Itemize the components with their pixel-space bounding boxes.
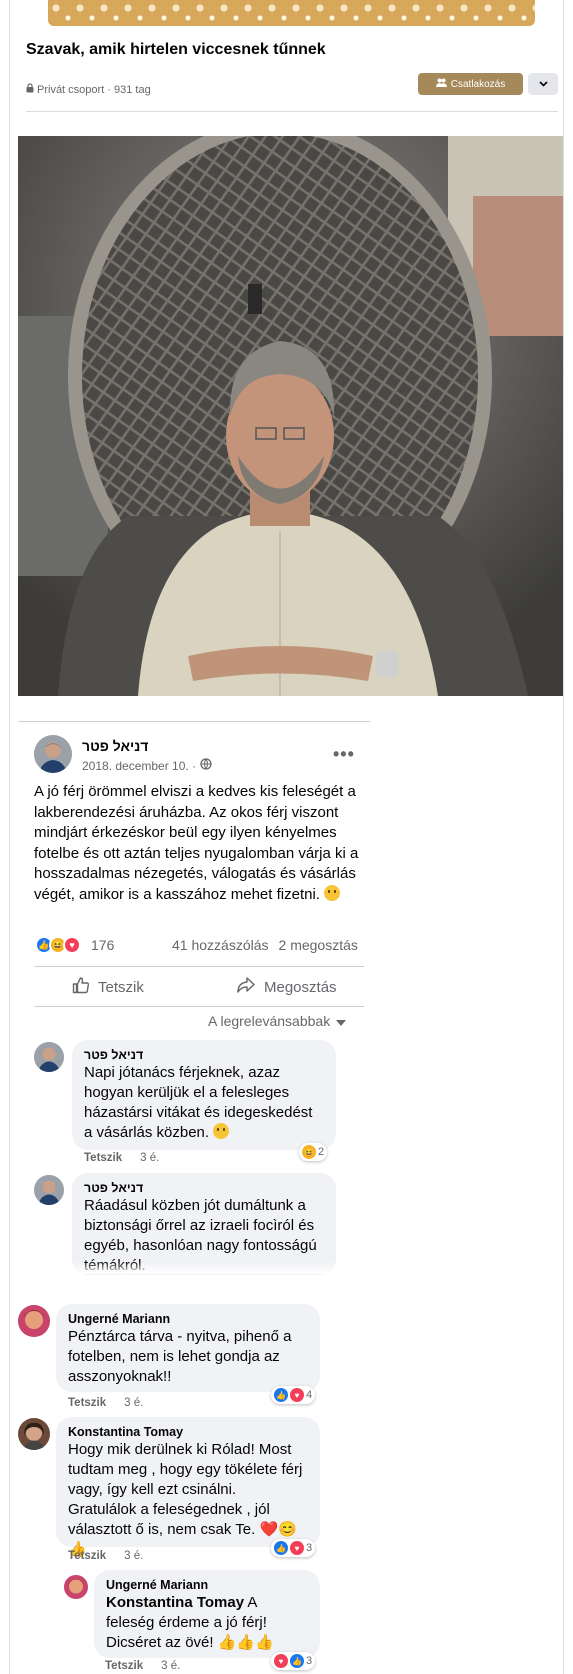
- group-more-button[interactable]: [528, 73, 558, 95]
- divider: [34, 966, 364, 967]
- comment-reaction-count: 3: [306, 1542, 313, 1554]
- lock-icon: [26, 83, 34, 96]
- share-arrow-icon: [236, 976, 256, 998]
- comment-author[interactable]: דניאל פטר: [84, 1180, 324, 1196]
- comment-author[interactable]: דניאל פטר: [84, 1047, 324, 1063]
- comment-reaction-count: 3: [306, 1655, 313, 1667]
- love-reaction-icon: ♥: [63, 936, 81, 954]
- post-date[interactable]: 2018. december 10. ·: [82, 758, 212, 773]
- comment-sort-dropdown[interactable]: A legrelevánsabbak: [208, 1013, 347, 1029]
- comment-reactions[interactable]: 👍 ♥ 3: [271, 1539, 316, 1557]
- comment-actions: Tetszik 3 é.: [105, 1660, 180, 1672]
- like-button-label: Tetszik: [98, 978, 144, 996]
- reply-bubble: Ungerné Mariann Konstantina Tomay A fele…: [94, 1570, 320, 1658]
- group-meta: Privát csoport · 931 tag: [26, 83, 151, 96]
- comment-actions: Tetszik 3 é.: [68, 1397, 143, 1409]
- like-reaction-icon: 👍: [290, 1654, 304, 1668]
- post-author-avatar[interactable]: [34, 735, 72, 773]
- page: Szavak, amik hirtelen viccesnek tűnnek P…: [0, 0, 573, 1674]
- divider: [18, 721, 370, 722]
- post-options-button[interactable]: •••: [333, 744, 355, 765]
- comment-count-link[interactable]: 41 hozzászólás: [172, 937, 269, 953]
- comment-text-body: Napi jótanács férjeknek, azaz hogyan ker…: [84, 1064, 313, 1141]
- chevron-down-icon: [538, 79, 548, 90]
- comment-time[interactable]: 3 é.: [140, 1152, 159, 1164]
- share-count-link[interactable]: 2 megosztás: [279, 937, 358, 953]
- smile-emoji-icon: [213, 1123, 230, 1139]
- post-text: A jó férj örömmel elviszi a kedves kis f…: [34, 782, 364, 905]
- comment-like-link[interactable]: Tetszik: [105, 1660, 143, 1672]
- post-photo[interactable]: [18, 136, 563, 696]
- smile-emoji-icon: [324, 884, 341, 901]
- reply-avatar[interactable]: [64, 1575, 88, 1599]
- comment-avatar[interactable]: [18, 1418, 50, 1450]
- comment-avatar[interactable]: [18, 1305, 50, 1337]
- emoji-sequence: 👍👍👍: [217, 1634, 274, 1651]
- comment-avatar[interactable]: [34, 1042, 64, 1072]
- post-text-body: A jó férj örömmel elviszi a kedves kis f…: [34, 783, 359, 903]
- like-reaction-icon: 👍: [274, 1388, 288, 1402]
- group-cover-photo[interactable]: [48, 0, 535, 26]
- caret-down-icon: [336, 1013, 347, 1029]
- post-author-name[interactable]: דניאל פטר: [82, 738, 148, 754]
- comment-time[interactable]: 3 é.: [124, 1550, 143, 1562]
- join-group-label: Csatlakozás: [450, 78, 506, 90]
- comment-text: Konstantina Tomay A feleség érdeme a jó …: [106, 1593, 308, 1653]
- post-stats: 41 hozzászólás 2 megosztás: [172, 937, 358, 953]
- comment-bubble: Konstantina Tomay Hogy mik derülnek ki R…: [56, 1417, 320, 1558]
- comment-avatar[interactable]: [34, 1175, 64, 1205]
- divider: [34, 1006, 364, 1007]
- comment-text: Pénztárca tárva - nyitva, pihenő a fotel…: [68, 1328, 292, 1385]
- comment-bubble: דניאל פטר Napi jótanács férjeknek, azaz …: [72, 1040, 336, 1150]
- like-button[interactable]: Tetszik: [72, 975, 144, 999]
- group-meta-text: Privát csoport · 931 tag: [37, 83, 151, 96]
- comment-like-link[interactable]: Tetszik: [68, 1397, 106, 1409]
- comment-reactions[interactable]: ♥ 👍 3: [271, 1652, 316, 1670]
- share-button[interactable]: Megosztás: [236, 975, 337, 999]
- comment-sort-label: A legrelevánsabbak: [208, 1013, 331, 1029]
- reaction-count: 176: [91, 937, 115, 953]
- group-people-icon: [435, 78, 447, 90]
- comment-text: Napi jótanács férjeknek, azaz hogyan ker…: [84, 1063, 324, 1143]
- mention-link[interactable]: Konstantina Tomay: [106, 1594, 244, 1611]
- thumbs-up-icon: [72, 976, 90, 998]
- share-button-label: Megosztás: [264, 978, 337, 996]
- frame-border-left: [9, 0, 10, 1674]
- love-reaction-icon: ♥: [290, 1541, 304, 1555]
- comment-bubble: Ungerné Mariann Pénztárca tárva - nyitva…: [56, 1304, 320, 1392]
- group-title[interactable]: Szavak, amik hirtelen viccesnek tűnnek: [26, 40, 326, 59]
- divider: [26, 111, 558, 112]
- comment-reactions[interactable]: 👍 ♥ 4: [271, 1386, 316, 1404]
- comment-bubble: דניאל פטר Ráadásul közben jót dumáltunk …: [72, 1173, 336, 1275]
- comment-author[interactable]: Ungerné Mariann: [68, 1311, 308, 1327]
- comment-like-link[interactable]: Tetszik: [84, 1152, 122, 1164]
- globe-icon: [200, 758, 212, 773]
- comment-time[interactable]: 3 é.: [161, 1660, 180, 1672]
- like-reaction-icon: 👍: [274, 1541, 288, 1555]
- comment-time[interactable]: 3 é.: [124, 1397, 143, 1409]
- love-reaction-icon: ♥: [274, 1654, 288, 1668]
- join-group-button[interactable]: Csatlakozás: [418, 73, 523, 95]
- comment-author[interactable]: Konstantina Tomay: [68, 1424, 308, 1440]
- comment-reaction-count: 4: [306, 1389, 313, 1401]
- reaction-icons: 👍 😆 ♥: [35, 936, 81, 954]
- comment-reactions[interactable]: 😆 2: [299, 1143, 328, 1161]
- comment-actions: Tetszik 3 é.: [84, 1152, 159, 1164]
- comment-author[interactable]: Ungerné Mariann: [106, 1577, 308, 1593]
- comment-actions: Tetszik 3 é.: [68, 1550, 143, 1562]
- comment-like-link[interactable]: Tetszik: [68, 1550, 106, 1562]
- haha-reaction-icon: 😆: [302, 1145, 316, 1159]
- post-date-text: 2018. december 10. ·: [82, 758, 197, 773]
- love-reaction-icon: ♥: [290, 1388, 304, 1402]
- collapsed-thread-fade: [60, 1262, 350, 1274]
- frame-border-right: [563, 0, 564, 1674]
- comment-reaction-count: 2: [318, 1146, 325, 1158]
